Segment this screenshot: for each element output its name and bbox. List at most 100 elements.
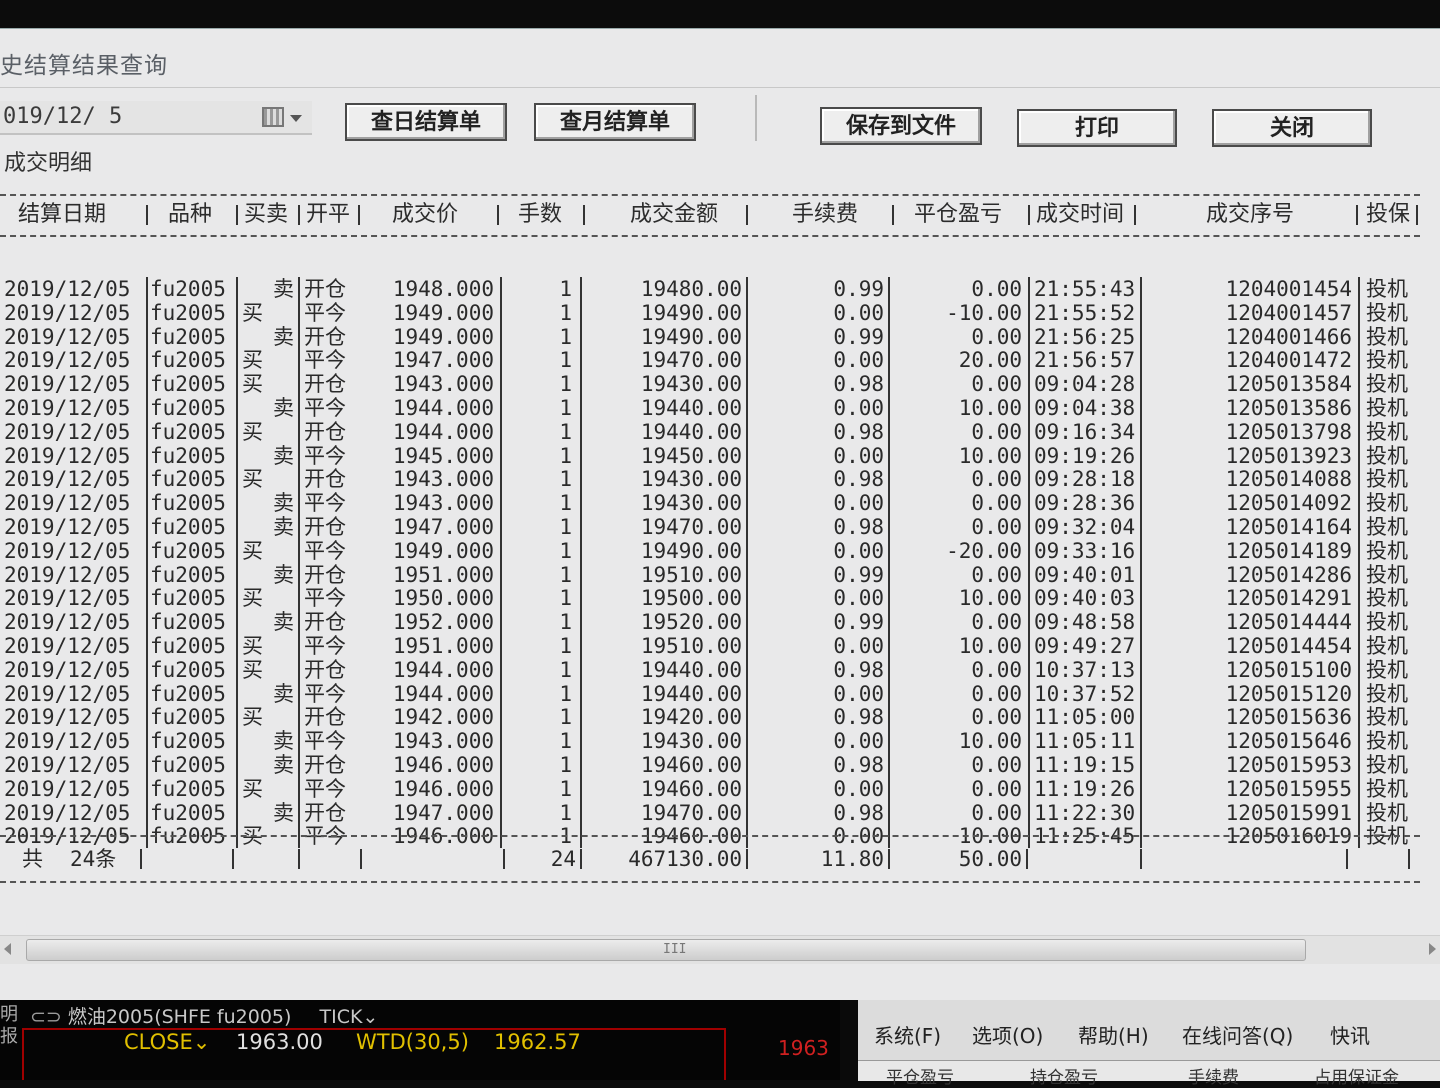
dropdown-arrow-icon[interactable] — [290, 115, 302, 122]
table-row[interactable]: 2019/12/05 fu2005 卖平今 1943.000 1 19430.00 0.00… — [0, 491, 1420, 516]
scroll-left-icon[interactable] — [4, 943, 11, 955]
cell-open-close: 平今 — [304, 443, 346, 468]
header-settle-date[interactable]: 结算日期 — [18, 195, 106, 235]
table-row[interactable]: 2019/12/05 fu2005 买 开仓 1944.000 1 19440.00 0.98… — [0, 657, 1420, 682]
table-row[interactable]: 2019/12/05 fu2005 卖平今 1944.000 1 19440.00 0.00… — [0, 396, 1420, 420]
cell-close-pnl: 0.00 — [971, 372, 1022, 397]
cell-lots: 1 — [559, 586, 572, 611]
header-open-close[interactable]: 开平 — [306, 195, 350, 235]
left-edge-top: 明 — [0, 1004, 18, 1025]
date-picker[interactable]: 019/12/ 5 — [0, 101, 312, 135]
column-divider — [236, 657, 238, 682]
cell-price: 1945.000 — [392, 443, 494, 468]
cell-side: 买 — [242, 586, 263, 611]
cell-close-pnl: 0.00 — [971, 324, 1022, 349]
column-divider — [236, 515, 238, 539]
close-indicator-label[interactable]: CLOSE⌄ — [124, 1030, 210, 1054]
print-button[interactable]: 打印 — [1017, 109, 1177, 147]
table-row[interactable]: 2019/12/05 fu2005 卖开仓 1946.000 1 19460.00 0.98… — [0, 753, 1420, 777]
header-close-pnl[interactable]: 平仓盈亏 — [914, 195, 1002, 235]
table-row[interactable]: 2019/12/05 fu2005 买 平今 1950.000 1 19500.00 0.00… — [0, 586, 1420, 611]
header-hedge[interactable]: 投保 — [1366, 195, 1410, 235]
cell-fee: 0.00 — [833, 300, 884, 325]
table-row[interactable]: 2019/12/05 fu2005 买 开仓 1944.000 1 19440.00 0.98… — [0, 419, 1420, 444]
cell-settle-date: 2019/12/05 — [4, 419, 131, 444]
header-trade-time[interactable]: 成交时间 — [1036, 195, 1124, 235]
cell-open-close: 开仓 — [304, 562, 346, 587]
cell-side: 卖 — [273, 562, 294, 587]
tick-mode[interactable]: TICK — [319, 1006, 362, 1028]
table-row[interactable]: 2019/12/05 fu2005 卖平今 1945.000 1 19450.00 0.00… — [0, 443, 1420, 468]
header-fee[interactable]: 手续费 — [792, 195, 858, 235]
column-divider — [580, 396, 582, 420]
cell-trade-seq: 1204001472 — [1225, 348, 1352, 373]
cell-settle-date: 2019/12/05 — [4, 705, 131, 730]
column-divider — [236, 586, 238, 611]
table-row[interactable]: 2019/12/05 fu2005 买 开仓 1942.000 1 19420.00 0.98… — [0, 705, 1420, 730]
column-divider — [298, 562, 300, 587]
header-lots[interactable]: 手数 — [518, 195, 562, 235]
table-row[interactable]: 2019/12/05 fu2005 买 平今 1949.000 1 19490.00 0.00… — [0, 300, 1420, 325]
column-divider — [236, 396, 238, 420]
table-row[interactable]: 2019/12/05 fu2005 买 开仓 1943.000 1 19430.00 0.98… — [0, 467, 1420, 492]
cell-trade-seq: 1205013798 — [1225, 419, 1352, 444]
daily-settlement-button[interactable]: 查日结算单 — [345, 103, 507, 141]
cell-price: 1944.000 — [392, 396, 494, 420]
cell-fee: 0.00 — [833, 538, 884, 563]
footer-count: 24条 — [70, 847, 117, 871]
header-amount[interactable]: 成交金额 — [630, 195, 718, 235]
table-row[interactable]: 2019/12/05 fu2005 买 开仓 1943.000 1 19430.00 0.98… — [0, 372, 1420, 397]
cell-lots: 1 — [559, 491, 572, 516]
header-product[interactable]: 品种 — [168, 195, 212, 235]
table-row[interactable]: 2019/12/05 fu2005 卖开仓 1949.000 1 19490.00 0.99… — [0, 324, 1420, 349]
column-divider — [1028, 348, 1030, 373]
cell-settle-date: 2019/12/05 — [4, 776, 131, 801]
menu-help[interactable]: 帮助(H) — [1078, 1020, 1149, 1049]
calendar-icon[interactable] — [262, 107, 284, 127]
column-divider — [580, 705, 582, 730]
column-divider — [746, 681, 748, 706]
table-row[interactable]: 2019/12/05 fu2005 卖平今 1943.000 1 19430.00 0.00… — [0, 729, 1420, 754]
cell-fee: 0.98 — [833, 753, 884, 777]
date-input[interactable]: 019/12/ 5 — [3, 101, 122, 133]
column-divider — [888, 419, 890, 444]
column-divider — [298, 300, 300, 325]
bottom-area: 明 报 ⊂⊃ 燃油2005(SHFE fu2005) TICK⌄ CLOSE⌄ 1… — [0, 1000, 1440, 1088]
settlement-window: 史结算结果查询 019/12/ 5 查日结算单 查月结算单 保存到文件 打印 关… — [0, 28, 1440, 1001]
horizontal-scrollbar[interactable]: III — [0, 935, 1440, 964]
cell-price: 1944.000 — [392, 657, 494, 682]
scroll-right-icon[interactable] — [1429, 943, 1436, 955]
column-divider — [236, 610, 238, 635]
table-row[interactable]: 2019/12/05 fu2005 卖平今 1944.000 1 19440.00 0.00… — [0, 681, 1420, 706]
scroll-thumb[interactable]: III — [26, 939, 1306, 961]
header-side[interactable]: 买卖 — [244, 195, 288, 235]
cell-product: fu2005 — [150, 800, 226, 825]
save-to-file-button[interactable]: 保存到文件 — [820, 107, 982, 145]
cell-settle-date: 2019/12/05 — [4, 372, 131, 397]
cell-lots: 1 — [559, 443, 572, 468]
menu-news[interactable]: 快讯 — [1330, 1020, 1370, 1049]
table-row[interactable]: 2019/12/05 fu2005 买 平今 1951.000 1 19510.00 0.00… — [0, 634, 1420, 658]
header-price[interactable]: 成交价 — [392, 195, 458, 235]
column-divider — [1358, 538, 1360, 563]
table-row[interactable]: 2019/12/05 fu2005 卖开仓 1952.000 1 19520.00 0.99… — [0, 610, 1420, 635]
table-row[interactable]: 2019/12/05 fu2005 卖开仓 1947.000 1 19470.00 0.98… — [0, 515, 1420, 539]
table-row[interactable]: 2019/12/05 fu2005 卖开仓 1951.000 1 19510.00 0.99… — [0, 562, 1420, 587]
menu-online-qa[interactable]: 在线问答(Q) — [1182, 1020, 1293, 1049]
table-row[interactable]: 2019/12/05 fu2005 买 平今 1947.000 1 19470.00 0.00… — [0, 348, 1420, 373]
column-divider — [298, 443, 300, 468]
menu-system[interactable]: 系统(F) — [874, 1020, 941, 1049]
cell-price: 1946.000 — [392, 776, 494, 801]
menu-options[interactable]: 选项(O) — [972, 1020, 1043, 1049]
cell-side: 买 — [242, 705, 263, 730]
cell-trade-seq: 1205015953 — [1225, 753, 1352, 777]
table-row[interactable]: 2019/12/05 fu2005 买 平今 1946.000 1 19460.00 0.00… — [0, 776, 1420, 801]
table-row[interactable]: 2019/12/05 fu2005 卖开仓 1948.000 1 19480.00 0.99… — [0, 277, 1420, 301]
monthly-settlement-button[interactable]: 查月结算单 — [534, 103, 696, 141]
table-row[interactable]: 2019/12/05 fu2005 卖开仓 1947.000 1 19470.00 0.98… — [0, 800, 1420, 825]
header-trade-seq[interactable]: 成交序号 — [1206, 195, 1294, 235]
close-button[interactable]: 关闭 — [1212, 109, 1372, 147]
quote-title[interactable]: ⊂⊃ 燃油2005(SHFE fu2005) TICK⌄ — [30, 1002, 378, 1029]
table-row[interactable]: 2019/12/05 fu2005 买 平今 1949.000 1 19490.00 0.00… — [0, 538, 1420, 563]
chevron-down-icon[interactable]: ⌄ — [362, 1006, 378, 1028]
